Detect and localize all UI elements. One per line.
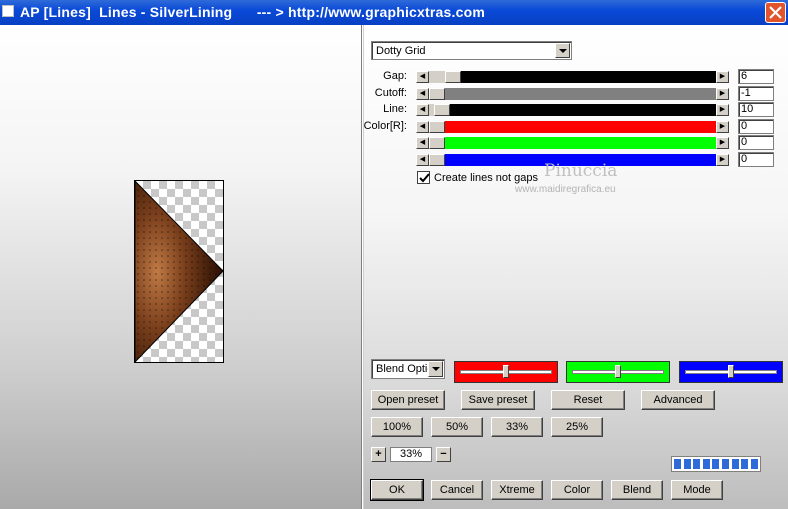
- advanced-button[interactable]: Advanced: [641, 390, 715, 410]
- slider-value-field[interactable]: 0: [738, 119, 774, 134]
- scroll-left-icon[interactable]: ◀: [416, 137, 429, 149]
- preview-area: [0, 25, 361, 509]
- scroll-left-icon[interactable]: ◀: [416, 104, 429, 116]
- xtreme-button[interactable]: Xtreme: [491, 480, 543, 500]
- slider-1[interactable]: ◀ ▶: [416, 88, 729, 100]
- blend-options-dropdown[interactable]: Blend Optio: [371, 359, 445, 379]
- scroll-left-icon[interactable]: ◀: [416, 121, 429, 133]
- slider-thumb[interactable]: [429, 154, 445, 166]
- reset-button[interactable]: Reset: [551, 390, 625, 410]
- slider-label: Color[R]:: [363, 120, 407, 132]
- preview-image: [134, 180, 224, 363]
- progress-segment: [722, 459, 729, 469]
- cancel-button[interactable]: Cancel: [431, 480, 483, 500]
- scroll-right-icon[interactable]: ▶: [716, 137, 729, 149]
- slider-value-field[interactable]: 6: [738, 69, 774, 84]
- slider-thumb[interactable]: [429, 137, 445, 149]
- chevron-down-icon[interactable]: [428, 361, 443, 377]
- progress-segment: [674, 459, 681, 469]
- check-icon: [419, 173, 430, 183]
- slider-fill: [429, 137, 716, 149]
- slider-track[interactable]: [429, 121, 716, 133]
- preset-dropdown[interactable]: Dotty Grid: [371, 41, 572, 60]
- scroll-left-icon[interactable]: ◀: [416, 88, 429, 100]
- slider-thumb[interactable]: [429, 88, 445, 100]
- progress-segment: [683, 459, 691, 469]
- scroll-right-icon[interactable]: ▶: [716, 121, 729, 133]
- zoom-25-button[interactable]: 25%: [551, 417, 603, 437]
- slider-label: Gap:: [383, 70, 407, 82]
- progress-bar: [671, 456, 761, 472]
- slider-thumb[interactable]: [434, 104, 450, 116]
- slider-4[interactable]: ◀ ▶: [416, 137, 729, 149]
- close-button[interactable]: [765, 2, 786, 23]
- close-icon: [769, 6, 782, 19]
- blend-red-slider[interactable]: [454, 361, 558, 383]
- scroll-right-icon[interactable]: ▶: [716, 104, 729, 116]
- zoom-out-button[interactable]: −: [436, 447, 451, 462]
- slider-fill: [429, 71, 716, 83]
- preset-value: Dotty Grid: [376, 45, 426, 57]
- zoom-50-button[interactable]: 50%: [431, 417, 483, 437]
- slider-value-field[interactable]: -1: [738, 86, 774, 101]
- watermark-url: www.maidiregrafica.eu: [515, 184, 616, 195]
- create-lines-checkbox[interactable]: [417, 171, 430, 184]
- slider-value-field[interactable]: 0: [738, 152, 774, 167]
- window-title: AP [Lines] Lines - SilverLining --- > ht…: [20, 4, 485, 20]
- title-bar: AP [Lines] Lines - SilverLining --- > ht…: [0, 0, 788, 25]
- slider-thumb[interactable]: [429, 121, 445, 133]
- slider-3[interactable]: ◀ ▶: [416, 121, 729, 133]
- ok-button[interactable]: OK: [370, 479, 424, 501]
- create-lines-label: Create lines not gaps: [434, 172, 538, 184]
- slider-fill: [429, 104, 716, 116]
- blend-green-slider[interactable]: [566, 361, 670, 383]
- progress-segment: [741, 459, 749, 469]
- zoom-field[interactable]: 33%: [390, 447, 432, 462]
- blend-button[interactable]: Blend: [611, 480, 663, 500]
- scroll-left-icon[interactable]: ◀: [416, 71, 429, 83]
- blend-options-value: Blend Optio: [376, 363, 428, 375]
- mode-button[interactable]: Mode: [671, 480, 723, 500]
- blend-blue-slider[interactable]: [679, 361, 783, 383]
- progress-segment: [693, 459, 701, 469]
- slider-fill: [429, 88, 716, 100]
- slider-0[interactable]: ◀ ▶: [416, 71, 729, 83]
- scroll-right-icon[interactable]: ▶: [716, 71, 729, 83]
- slider-track[interactable]: [429, 104, 716, 116]
- progress-segment: [750, 459, 758, 469]
- slider-thumb[interactable]: [445, 71, 461, 83]
- open-preset-button[interactable]: Open preset: [371, 390, 445, 410]
- color-button[interactable]: Color: [551, 480, 603, 500]
- settings-panel: Dotty Grid Gap: ◀ ▶ 6 Cutoff: ◀ ▶ -1 Line: ◀ ▶ 10 Co…: [364, 25, 788, 509]
- watermark-text: Pinuccia: [544, 161, 618, 181]
- save-preset-button[interactable]: Save preset: [461, 390, 535, 410]
- zoom-100-button[interactable]: 100%: [371, 417, 423, 437]
- zoom-33-button[interactable]: 33%: [491, 417, 543, 437]
- app-icon: [2, 5, 14, 17]
- progress-segment: [702, 459, 710, 469]
- zoom-in-button[interactable]: +: [371, 447, 386, 462]
- slider-value-field[interactable]: 0: [738, 135, 774, 150]
- progress-segment: [731, 459, 739, 469]
- slider-track[interactable]: [429, 137, 716, 149]
- scroll-right-icon[interactable]: ▶: [716, 154, 729, 166]
- scroll-left-icon[interactable]: ◀: [416, 154, 429, 166]
- slider-label: Line:: [383, 103, 407, 115]
- progress-segment: [712, 459, 720, 469]
- slider-value-field[interactable]: 10: [738, 102, 774, 117]
- slider-label: Cutoff:: [374, 87, 407, 99]
- slider-track[interactable]: [429, 71, 716, 83]
- slider-fill: [429, 121, 716, 133]
- scroll-right-icon[interactable]: ▶: [716, 88, 729, 100]
- slider-2[interactable]: ◀ ▶: [416, 104, 729, 116]
- slider-track[interactable]: [429, 88, 716, 100]
- chevron-down-icon[interactable]: [555, 43, 570, 58]
